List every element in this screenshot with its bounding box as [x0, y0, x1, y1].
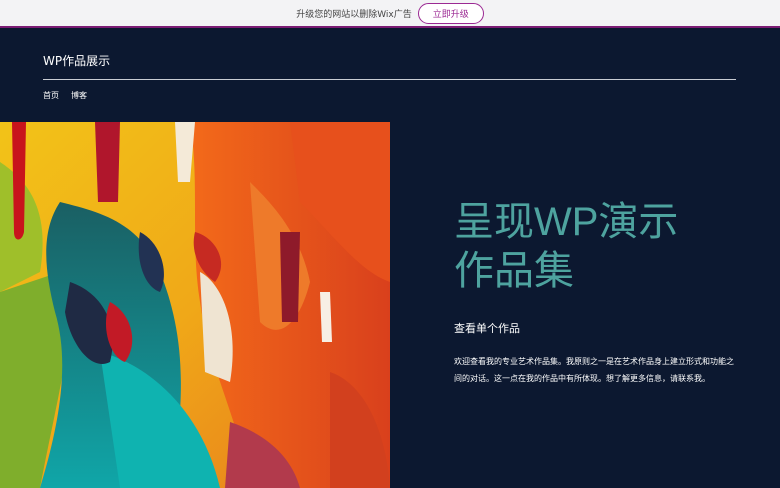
hero-heading: 呈现WP演示 作品集 [454, 198, 754, 296]
hero-text-block: 呈现WP演示 作品集 查看单个作品 欢迎查看我的专业艺术作品集。我原则之一是在艺… [454, 198, 754, 387]
nav-item-home[interactable]: 首页 [43, 90, 59, 101]
site-header: WP作品展示 首页 博客 [0, 28, 780, 122]
site-title[interactable]: WP作品展示 [43, 52, 110, 69]
main-nav: 首页 博客 [43, 90, 87, 101]
header-divider [43, 79, 736, 80]
hero-heading-line-2: 作品集 [454, 249, 574, 293]
wix-ad-banner: 升级您的网站以删除Wix广告 立即升级 [0, 0, 780, 28]
hero-heading-line-1: 呈现WP演示 [454, 200, 679, 244]
hero-body-text: 欢迎查看我的专业艺术作品集。我原则之一是在艺术作品身上建立形式和功能之间的对话。… [454, 357, 734, 383]
hero-subheading: 查看单个作品 [454, 322, 520, 335]
banner-text: 升级您的网站以删除Wix广告 [296, 9, 412, 20]
upgrade-button[interactable]: 立即升级 [417, 2, 484, 24]
nav-item-blog[interactable]: 博客 [71, 90, 87, 101]
abstract-painting-image [0, 122, 390, 488]
